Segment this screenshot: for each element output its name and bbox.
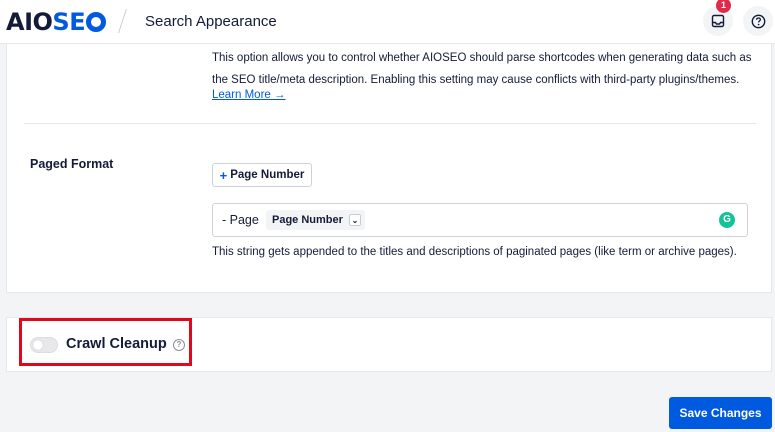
plus-icon: + (219, 167, 228, 183)
grammarly-icon[interactable]: G (719, 212, 735, 228)
highlight-box (19, 318, 192, 366)
logo-gear-icon (86, 12, 107, 32)
paged-format-help-text: This string gets appended to the titles … (212, 246, 737, 258)
logo-text-aio: AIO (6, 8, 53, 36)
inbox-icon (711, 14, 725, 28)
aioseo-logo[interactable]: AIOSE (6, 8, 107, 36)
top-bar: AIOSE Search Appearance 1 (0, 0, 775, 44)
add-page-number-tag-button[interactable]: + Page Number (212, 163, 312, 187)
learn-more-link[interactable]: Learn More → (212, 89, 286, 101)
logo-text-se: SE (52, 8, 86, 36)
paged-format-input[interactable]: - Page Page Number ⌄ G (212, 203, 748, 237)
settings-divider (24, 123, 756, 124)
breadcrumb-separator (118, 9, 127, 33)
paged-format-label: Paged Format (30, 157, 114, 171)
question-circle-icon (751, 14, 765, 28)
add-tag-label: Page Number (230, 169, 305, 181)
shortcodes-description: This option allows you to control whethe… (212, 52, 752, 86)
chevron-down-icon[interactable]: ⌄ (348, 214, 361, 226)
page-title: Search Appearance (145, 13, 277, 30)
help-button[interactable] (743, 6, 773, 36)
save-changes-button[interactable]: Save Changes (669, 397, 772, 429)
page-number-tag-chip[interactable]: Page Number ⌄ (266, 210, 365, 230)
paged-format-text: - Page (222, 213, 259, 227)
page-number-tag-label: Page Number (272, 214, 343, 226)
